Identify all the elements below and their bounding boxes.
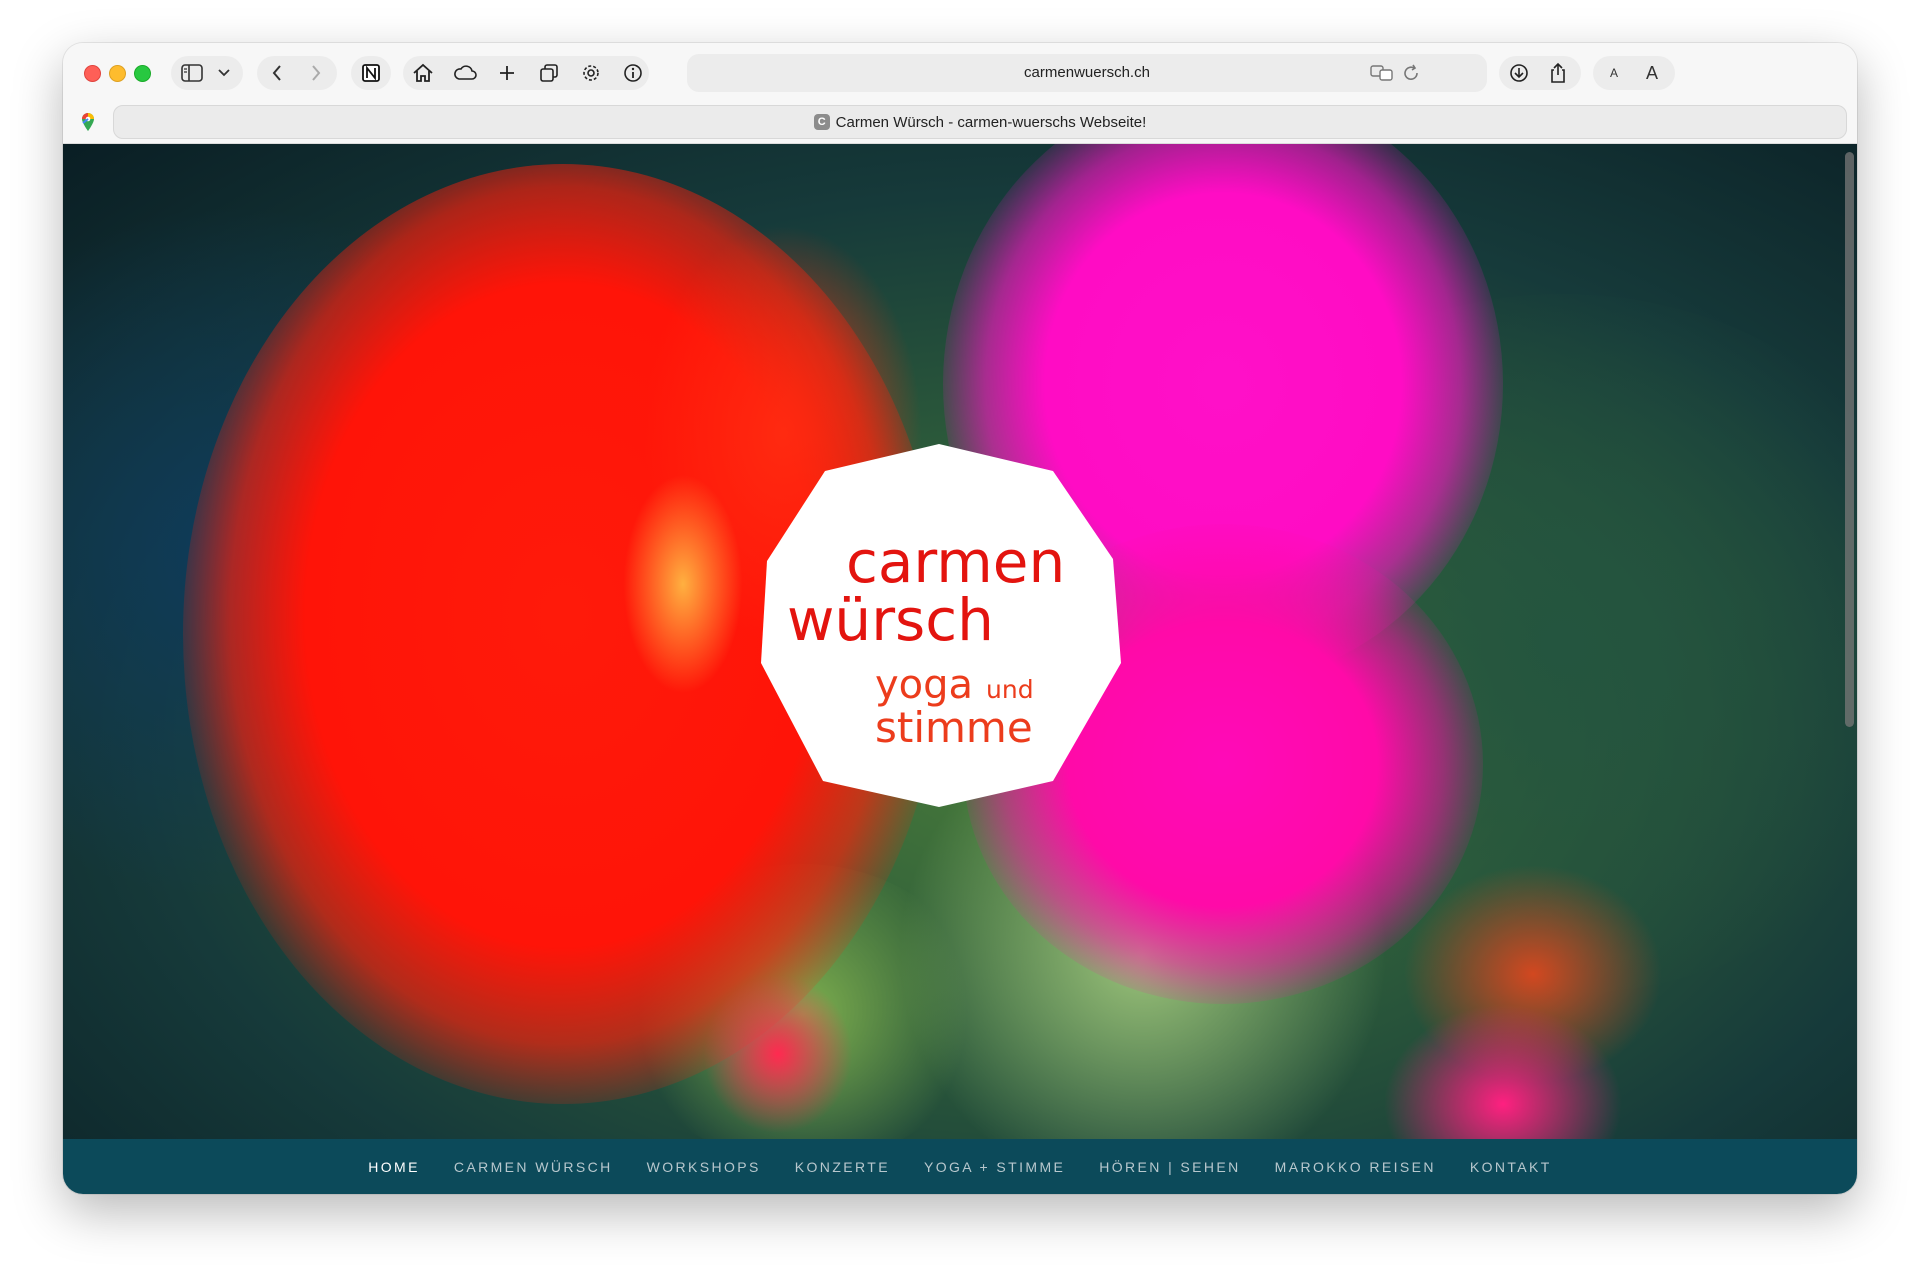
main-navigation: HOME CARMEN WÜRSCH WORKSHOPS KONZERTE YO… (63, 1139, 1857, 1194)
logo-line-und: und (986, 675, 1034, 704)
browser-window: carmenwuersch.ch A A C Carmen Würsch - c… (63, 43, 1857, 1194)
favicon-icon: C (813, 114, 830, 130)
nav-item-carmen-wuersch[interactable]: CARMEN WÜRSCH (437, 1159, 630, 1175)
font-larger-button[interactable]: A (1637, 58, 1667, 88)
nav-item-konzerte[interactable]: KONZERTE (778, 1159, 907, 1175)
download-icon[interactable] (1504, 58, 1534, 88)
browser-toolbar: carmenwuersch.ch A A (63, 43, 1857, 101)
hero-background-image: carmen würsch yoga und stimme (63, 144, 1857, 1139)
logo-line-wuersch: würsch (787, 586, 994, 654)
share-icon[interactable] (1543, 58, 1573, 88)
nav-item-yoga-stimme[interactable]: YOGA + STIMME (907, 1159, 1082, 1175)
font-smaller-button[interactable]: A (1599, 58, 1629, 88)
tab-title: Carmen Würsch - carmen-wuerschs Webseite… (835, 113, 1147, 131)
page-scrollbar[interactable] (1841, 144, 1857, 1139)
logo-line-stimme: stimme (875, 703, 1033, 752)
translate-icon[interactable] (1367, 58, 1397, 88)
back-icon[interactable] (262, 58, 292, 88)
sidebar-icon[interactable] (177, 58, 207, 88)
tab-bar: C Carmen Würsch - carmen-wuerschs Websei… (63, 101, 1857, 144)
tab-active[interactable]: C Carmen Würsch - carmen-wuerschs Websei… (113, 105, 1847, 139)
cloud-icon[interactable] (450, 58, 480, 88)
reload-icon[interactable] (1396, 58, 1426, 88)
minimize-window-button[interactable] (109, 65, 126, 82)
web-content: carmen würsch yoga und stimme HOME CARME… (63, 144, 1857, 1194)
nav-item-marokko-reisen[interactable]: MAROKKO REISEN (1258, 1159, 1453, 1175)
info-icon[interactable] (618, 58, 648, 88)
notion-icon[interactable] (356, 58, 386, 88)
settings-gear-icon[interactable] (576, 58, 606, 88)
nav-item-workshops[interactable]: WORKSHOPS (630, 1159, 778, 1175)
logo-line-carmen: carmen (846, 528, 1066, 596)
forward-icon[interactable] (301, 58, 331, 88)
new-tab-icon[interactable] (492, 58, 522, 88)
chevron-down-icon[interactable] (209, 58, 239, 88)
tab-overview-icon[interactable] (534, 58, 564, 88)
nav-item-home[interactable]: HOME (351, 1159, 437, 1175)
logo-line-yoga: yoga (875, 662, 974, 708)
nav-item-hoeren-sehen[interactable]: HÖREN | SEHEN (1082, 1159, 1257, 1175)
home-icon[interactable] (408, 58, 438, 88)
zoom-window-button[interactable] (134, 65, 151, 82)
scrollbar-thumb[interactable] (1845, 152, 1854, 727)
maps-pin-icon[interactable] (73, 107, 103, 137)
actions-group (403, 56, 649, 90)
nav-item-kontakt[interactable]: KONTAKT (1453, 1159, 1569, 1175)
site-logo[interactable]: carmen würsch yoga und stimme (753, 441, 1125, 813)
close-window-button[interactable] (84, 65, 101, 82)
